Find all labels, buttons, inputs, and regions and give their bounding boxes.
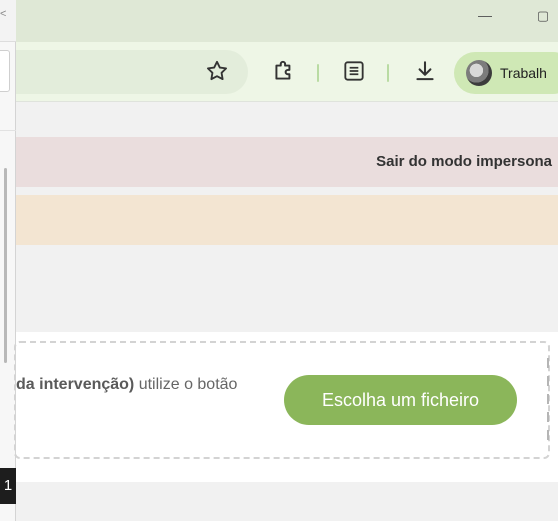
profile-button[interactable]: Trabalh: [454, 52, 558, 94]
minimize-button[interactable]: —: [476, 8, 494, 26]
side-panel-input[interactable]: [0, 50, 10, 92]
upload-instruction-rest: utilize o botão: [134, 376, 238, 393]
avatar: [466, 60, 492, 86]
reading-list-icon[interactable]: [341, 58, 367, 84]
toolbar-separator: [317, 64, 319, 82]
side-panel-scrollbar[interactable]: [4, 168, 7, 363]
exit-impersonation-link[interactable]: Sair do modo impersona: [376, 153, 552, 170]
restore-button[interactable]: ▢: [534, 8, 552, 26]
upload-instruction-bold: da intervenção): [16, 376, 135, 393]
extensions-icon[interactable]: [271, 58, 297, 84]
side-panel-header: <: [0, 0, 16, 42]
side-panel-close-icon[interactable]: <: [0, 8, 6, 20]
choose-file-button[interactable]: Escolha um ficheiro: [284, 375, 517, 425]
side-panel-divider: [0, 130, 16, 131]
impersonation-banner: Sair do modo impersona: [16, 137, 558, 187]
browser-window: — ▢ Trabalh < 1 Sair do modo impersona d…: [0, 0, 558, 521]
download-icon[interactable]: [412, 58, 438, 84]
side-panel-badge[interactable]: 1: [0, 468, 16, 504]
title-bar: — ▢: [0, 0, 558, 42]
page-scrollbar[interactable]: [545, 358, 551, 448]
profile-label: Trabalh: [500, 65, 547, 81]
upload-instruction: da intervenção) utilize o botão: [16, 376, 237, 394]
toolbar-separator: [387, 64, 389, 82]
bookmark-star-icon[interactable]: [204, 58, 230, 84]
notice-banner: [16, 195, 558, 245]
browser-toolbar: Trabalh: [0, 42, 558, 102]
